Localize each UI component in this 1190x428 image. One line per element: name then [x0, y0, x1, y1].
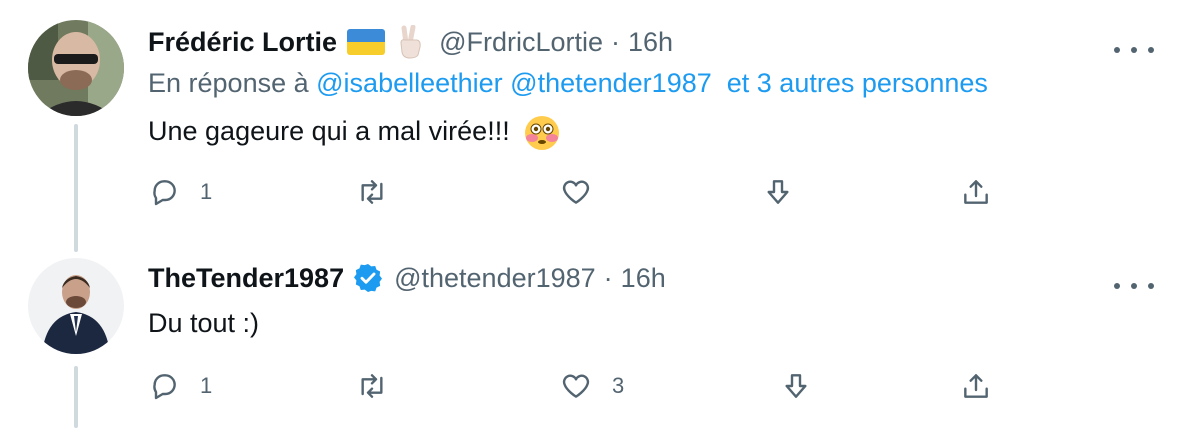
reply-button[interactable]: 1	[148, 366, 212, 406]
reply-count: 1	[200, 179, 213, 204]
share-button[interactable]	[960, 366, 992, 406]
like-button[interactable]: 3	[560, 366, 624, 406]
retweet-icon	[361, 180, 383, 204]
flushed-face-icon	[523, 114, 561, 152]
heart-icon	[562, 374, 590, 398]
thread-line	[74, 366, 78, 428]
separator-dot: ·	[611, 26, 621, 57]
author-name[interactable]: TheTender1987	[148, 263, 344, 294]
tweet-actions: 1	[148, 172, 1028, 212]
mention-link[interactable]: @thetender1987	[510, 68, 712, 98]
author-handle[interactable]: @FrdricLortie	[439, 27, 603, 58]
thread-line	[74, 124, 78, 252]
share-icon	[964, 374, 988, 398]
reply-icon	[153, 180, 176, 206]
verified-badge-icon	[352, 262, 384, 294]
like-count: 3	[612, 373, 625, 398]
tweet-1[interactable]: Frédéric Lortie @FrdricLortie · 16h En r…	[0, 0, 1190, 252]
reply-context: En réponse à @isabelleethier @thetender1…	[148, 68, 988, 99]
reply-prefix: En réponse à	[148, 68, 309, 98]
download-button[interactable]	[762, 172, 794, 212]
retweet-button[interactable]	[356, 366, 408, 406]
heart-icon	[562, 180, 590, 204]
ukraine-flag-icon	[347, 29, 386, 55]
download-arrow-icon	[785, 374, 807, 398]
timestamp[interactable]: 16h	[628, 27, 673, 58]
reply-icon	[153, 374, 176, 400]
retweet-button[interactable]	[356, 172, 408, 212]
like-button[interactable]	[560, 172, 612, 212]
reply-count: 1	[200, 373, 213, 398]
tweet-text: Une gageure qui a mal virée!!!	[148, 114, 561, 152]
others-link[interactable]: et 3 autres personnes	[727, 68, 988, 98]
tweet-header: Frédéric Lortie @FrdricLortie · 16h	[148, 22, 673, 62]
tweet-text-content: Une gageure qui a mal virée!!!	[148, 116, 510, 147]
more-options-icon[interactable]	[1114, 40, 1154, 60]
retweet-icon	[361, 374, 383, 398]
reply-button[interactable]: 1	[148, 172, 212, 212]
separator-dot: ·	[603, 262, 613, 293]
share-icon	[964, 180, 988, 204]
mention-link[interactable]: @isabelleethier	[316, 68, 503, 98]
avatar-frederic-lortie[interactable]	[28, 20, 124, 116]
tweet-text-content: Du tout :)	[148, 308, 260, 338]
tweet-header: TheTender1987 @thetender1987 · 16h	[148, 258, 666, 298]
download-button[interactable]	[780, 366, 812, 406]
download-arrow-icon	[767, 180, 789, 204]
share-button[interactable]	[960, 172, 992, 212]
tweet-actions: 1 3	[148, 366, 1028, 406]
timestamp[interactable]: 16h	[621, 263, 666, 294]
author-handle[interactable]: @thetender1987	[394, 263, 596, 294]
avatar-thetender1987[interactable]	[28, 258, 124, 354]
more-options-icon[interactable]	[1114, 276, 1154, 296]
author-name[interactable]: Frédéric Lortie	[148, 27, 337, 58]
tweet-text: Du tout :)	[148, 308, 259, 339]
tweet-2[interactable]: TheTender1987 @thetender1987 · 16h Du to…	[0, 240, 1190, 428]
victory-hand-icon	[395, 24, 425, 59]
